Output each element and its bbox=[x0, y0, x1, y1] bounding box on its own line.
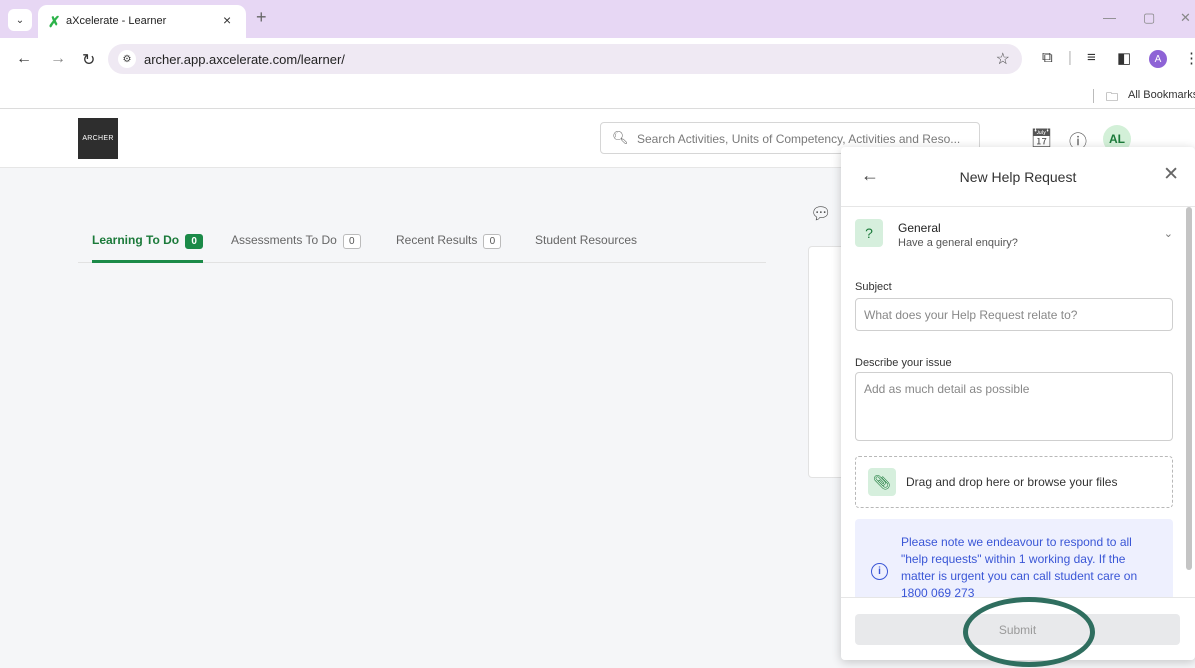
tab-student-resources[interactable]: Student Resources bbox=[535, 233, 637, 247]
profile-avatar[interactable]: A bbox=[1149, 50, 1167, 68]
tab-recent-results[interactable]: Recent Results 0 bbox=[396, 233, 502, 249]
category-subtitle: Have a general enquiry? bbox=[898, 237, 1018, 249]
category-select[interactable]: ? General Have a general enquiry? ⌄ bbox=[855, 219, 1173, 259]
panel-header: ← New Help Request ✕ bbox=[841, 147, 1195, 207]
url-text[interactable]: archer.app.axcelerate.com/learner/ bbox=[144, 52, 345, 67]
help-request-panel: ← New Help Request ✕ ? General Have a ge… bbox=[841, 147, 1195, 660]
tab-learning-to-do[interactable]: Learning To Do 0 bbox=[92, 233, 204, 249]
folder-icon[interactable]: 🗀 bbox=[1106, 88, 1118, 109]
extensions-icon[interactable]: ⧉ bbox=[1042, 49, 1053, 66]
all-bookmarks-link[interactable]: All Bookmarks bbox=[1128, 89, 1195, 101]
browser-toolbar: ← → ↻ ⚙ archer.app.axcelerate.com/learne… bbox=[0, 38, 1195, 83]
menu-icon[interactable]: ⋮ bbox=[1184, 49, 1195, 67]
archer-logo[interactable]: ARCHER bbox=[78, 118, 118, 159]
reading-list-icon[interactable]: ≡ bbox=[1087, 49, 1096, 66]
search-icon: 🔍︎ bbox=[612, 130, 629, 145]
page-tabs: Learning To Do 0 Assessments To Do 0 Recen… bbox=[78, 224, 766, 263]
response-notice: i Please note we endeavour to respond to… bbox=[855, 519, 1173, 604]
subject-label: Subject bbox=[855, 281, 892, 293]
bookmarks-bar: 🗀 All Bookmarks bbox=[0, 83, 1195, 109]
info-icon: i bbox=[871, 563, 888, 580]
panel-title: New Help Request bbox=[959, 169, 1077, 185]
tab-label: Recent Results bbox=[396, 233, 478, 247]
annotation-circle bbox=[963, 597, 1095, 667]
star-icon[interactable]: ☆ bbox=[996, 49, 1010, 69]
window-close-icon[interactable]: ✕ bbox=[1180, 10, 1191, 26]
bookmarks-divider bbox=[1093, 89, 1094, 103]
close-icon[interactable]: ✕ bbox=[1163, 163, 1179, 186]
minimize-icon[interactable]: — bbox=[1103, 10, 1116, 25]
back-icon[interactable]: ← bbox=[16, 50, 32, 68]
browser-tabstrip: ⌄ ✗ aXcelerate - Learner × + — ▢ ✕ bbox=[0, 0, 1195, 38]
tab-close-icon[interactable]: × bbox=[223, 12, 231, 28]
browser-tab[interactable]: ✗ aXcelerate - Learner × bbox=[38, 5, 246, 38]
side-panel-icon[interactable]: ◧ bbox=[1117, 49, 1131, 67]
address-bar[interactable]: ⚙ archer.app.axcelerate.com/learner/ ☆ bbox=[108, 44, 1022, 74]
new-tab-button[interactable]: + bbox=[256, 7, 267, 28]
issue-placeholder: Add as much detail as possible bbox=[864, 382, 1030, 396]
search-placeholder: Search Activities, Units of Competency, … bbox=[637, 132, 961, 146]
chevron-down-icon[interactable]: ⌄ bbox=[1164, 227, 1173, 240]
notice-text: Please note we endeavour to respond to a… bbox=[901, 535, 1138, 600]
paperclip-icon: 📎︎ bbox=[868, 468, 896, 496]
restore-icon[interactable]: ▢ bbox=[1143, 10, 1155, 26]
reload-icon[interactable]: ↻ bbox=[82, 50, 95, 70]
tab-list-icon[interactable]: ⌄ bbox=[8, 9, 32, 31]
panel-scrollbar[interactable] bbox=[1186, 207, 1192, 570]
toolbar-divider: | bbox=[1068, 49, 1072, 66]
tab-count-badge: 0 bbox=[342, 234, 361, 249]
tab-count-badge: 0 bbox=[483, 234, 502, 249]
issue-textarea[interactable]: Add as much detail as possible bbox=[855, 372, 1173, 441]
chat-icon[interactable]: 💬︎ bbox=[810, 204, 832, 224]
site-info-icon[interactable]: ⚙ bbox=[118, 50, 136, 68]
help-circle-icon: ? bbox=[855, 219, 883, 247]
tab-label: Student Resources bbox=[535, 233, 638, 247]
tab-title: aXcelerate - Learner bbox=[66, 15, 167, 27]
issue-label: Describe your issue bbox=[855, 357, 952, 369]
subject-input[interactable]: What does your Help Request relate to? bbox=[855, 298, 1173, 331]
tab-assessments-to-do[interactable]: Assessments To Do 0 bbox=[231, 233, 361, 249]
dropzone-text: Drag and drop here or browse your files bbox=[906, 475, 1118, 489]
tab-label: Learning To Do bbox=[92, 233, 180, 247]
favicon-icon: ✗ bbox=[48, 14, 61, 31]
calendar-icon[interactable]: 📅︎ bbox=[1030, 128, 1053, 149]
file-dropzone[interactable]: 📎︎ Drag and drop here or browse your fil… bbox=[855, 456, 1173, 508]
category-title: General bbox=[898, 221, 941, 235]
tab-label: Assessments To Do bbox=[231, 233, 337, 247]
tab-count-badge: 0 bbox=[185, 234, 204, 249]
forward-icon[interactable]: → bbox=[50, 50, 66, 68]
subject-placeholder: What does your Help Request relate to? bbox=[864, 308, 1078, 322]
active-tab-indicator bbox=[92, 260, 203, 263]
